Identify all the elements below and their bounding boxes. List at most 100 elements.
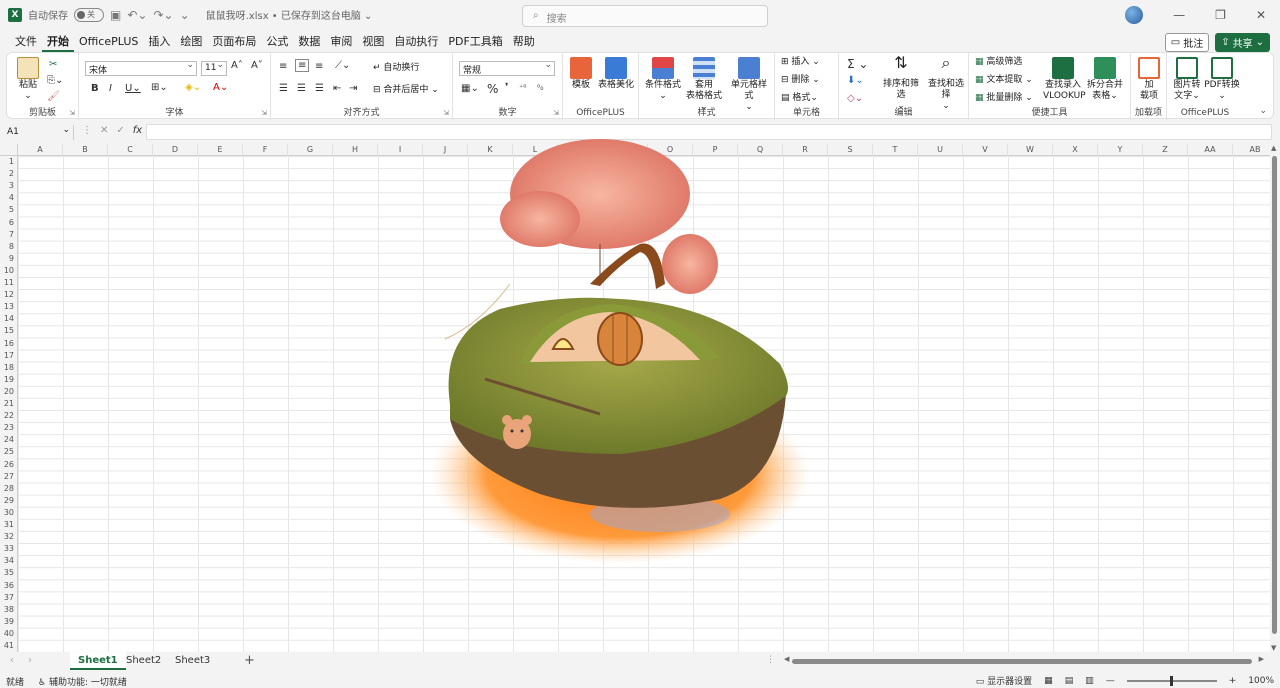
row-header[interactable]: 32 [0, 531, 14, 543]
tab-data[interactable]: 数据 [293, 32, 325, 52]
row-header[interactable]: 10 [0, 265, 14, 277]
row-header[interactable]: 5 [0, 204, 14, 216]
tab-pdf-toolbox[interactable]: PDF工具箱 [443, 32, 507, 52]
select-all-button[interactable] [0, 144, 18, 156]
column-header[interactable]: W [1008, 144, 1053, 156]
orientation-icon[interactable]: ⟋⌄ [335, 60, 350, 71]
find-select-button[interactable]: ⌕ 查找和选择 ⌄ [925, 55, 967, 112]
search-input[interactable]: ⌕ 搜索 [522, 5, 768, 27]
image-to-text-button[interactable]: 图片转 文字⌄ [1171, 57, 1203, 102]
page-break-view-icon[interactable]: ▥ [1085, 676, 1094, 686]
autosave-toggle[interactable]: 关 [74, 7, 104, 22]
paste-button[interactable]: 粘贴 ⌄ [15, 57, 41, 102]
row-header[interactable]: 31 [0, 519, 14, 531]
vertical-scrollbar[interactable]: ▲ ▼ [1270, 144, 1280, 652]
row-header[interactable]: 20 [0, 386, 14, 398]
font-launcher-icon[interactable]: ⇲ [261, 109, 267, 117]
prev-sheet-icon[interactable]: ‹ [10, 655, 14, 666]
align-left-icon[interactable]: ☰ [279, 83, 288, 94]
table-beautify-button[interactable]: 表格美化 [597, 57, 635, 91]
number-launcher-icon[interactable]: ⇲ [553, 109, 559, 117]
row-header[interactable]: 35 [0, 567, 14, 579]
row-header[interactable]: 6 [0, 217, 14, 229]
insert-cells-button[interactable]: ⊞ 插入 ⌄ [781, 57, 820, 68]
align-bottom-icon[interactable]: ≡ [315, 61, 323, 72]
number-format-select[interactable]: 常规 [459, 60, 555, 76]
cut-icon[interactable]: ✂ [49, 59, 57, 70]
font-name-select[interactable]: 宋体 [85, 60, 197, 76]
tab-file[interactable]: 文件 [10, 32, 42, 52]
italic-icon[interactable]: I [109, 83, 112, 94]
row-header[interactable]: 29 [0, 495, 14, 507]
row-header[interactable]: 3 [0, 180, 14, 192]
delete-cells-button[interactable]: ⊟ 删除 ⌄ [781, 75, 820, 86]
row-header[interactable]: 12 [0, 289, 14, 301]
column-header[interactable]: E [198, 144, 243, 156]
row-header[interactable]: 27 [0, 471, 14, 483]
row-header[interactable]: 41 [0, 640, 14, 652]
undo-icon[interactable]: ↶⌄ [127, 8, 147, 22]
scroll-right-icon[interactable]: ▶ [1259, 655, 1264, 663]
row-header[interactable]: 23 [0, 422, 14, 434]
column-header[interactable]: D [153, 144, 198, 156]
tab-automate[interactable]: 自动执行 [389, 32, 443, 52]
align-center-icon[interactable]: ☰ [297, 83, 306, 94]
cancel-icon[interactable]: ✕ [100, 125, 108, 136]
font-size-select[interactable]: 11 [201, 60, 227, 76]
autosum-icon[interactable]: Σ ⌄ [847, 57, 868, 71]
column-header[interactable]: Z [1143, 144, 1188, 156]
decrease-indent-icon[interactable]: ⇤ [333, 83, 341, 94]
row-header[interactable]: 38 [0, 604, 14, 616]
row-header[interactable]: 1 [0, 156, 14, 168]
restore-icon[interactable]: ❐ [1215, 8, 1226, 22]
increase-decimal-icon[interactable]: ⁺⁰ [519, 83, 526, 92]
comma-style-icon[interactable]: ❜ [505, 82, 508, 93]
row-header[interactable]: 14 [0, 313, 14, 325]
tab-formulas[interactable]: 公式 [261, 32, 293, 52]
row-header[interactable]: 4 [0, 192, 14, 204]
horizontal-scrollbar[interactable]: ◀ ▶ [784, 655, 1264, 665]
horizontal-scroll-thumb[interactable] [792, 659, 1252, 664]
row-header[interactable]: 26 [0, 459, 14, 471]
next-sheet-icon[interactable]: › [28, 655, 32, 666]
scroll-left-icon[interactable]: ◀ [784, 655, 789, 663]
row-header[interactable]: 25 [0, 446, 14, 458]
conditional-formatting-button[interactable]: 条件格式 ⌄ [643, 57, 683, 102]
display-settings-button[interactable]: ▭ 显示器设置 [976, 674, 1032, 687]
addins-button[interactable]: 加载项 [1137, 57, 1161, 102]
wrap-text-button[interactable]: ↵ 自动换行 [373, 63, 419, 74]
tab-view[interactable]: 视图 [357, 32, 389, 52]
vlookup-button[interactable]: 查找录入 VLOOKUP [1043, 57, 1086, 102]
save-icon[interactable]: ▣ [110, 8, 121, 22]
redo-icon[interactable]: ↷⌄ [153, 8, 173, 22]
comments-button[interactable]: ▭ 批注 [1164, 33, 1210, 52]
more-icon[interactable]: ⋮ [82, 125, 92, 136]
decrease-font-icon[interactable]: A˅ [251, 60, 263, 71]
enter-icon[interactable]: ✓ [116, 125, 124, 136]
row-header[interactable]: 11 [0, 277, 14, 289]
template-button[interactable]: 模板 [569, 57, 593, 91]
align-middle-icon[interactable]: ≡ [295, 59, 310, 72]
sheet-tab-3[interactable]: Sheet3 [167, 652, 218, 670]
row-header[interactable]: 2 [0, 168, 14, 180]
column-header[interactable]: G [288, 144, 333, 156]
copy-icon[interactable]: ⎘⌄ [47, 75, 63, 86]
column-header[interactable]: Y [1098, 144, 1143, 156]
column-header[interactable]: V [963, 144, 1008, 156]
more-options-icon[interactable]: ⋮ [766, 655, 775, 665]
row-header[interactable]: 19 [0, 374, 14, 386]
account-avatar[interactable] [1125, 6, 1144, 24]
underline-icon[interactable]: U⌄ [125, 83, 141, 94]
column-header[interactable]: A [18, 144, 63, 156]
file-name[interactable]: 鼠鼠我呀.xlsx • 已保存到这台电脑 ⌄ [206, 7, 373, 22]
tab-page-layout[interactable]: 页面布局 [207, 32, 261, 52]
customize-quick-access-icon[interactable]: ⌄ [180, 8, 190, 22]
scroll-down-icon[interactable]: ▼ [1271, 644, 1276, 652]
zoom-in-icon[interactable]: + [1229, 676, 1237, 686]
row-header[interactable]: 8 [0, 241, 14, 253]
row-header[interactable]: 18 [0, 362, 14, 374]
fill-icon[interactable]: ⬇⌄ [847, 75, 864, 86]
pdf-convert-button[interactable]: PDF转换 ⌄ [1203, 57, 1241, 102]
row-header[interactable]: 34 [0, 555, 14, 567]
column-header[interactable]: I [378, 144, 423, 156]
